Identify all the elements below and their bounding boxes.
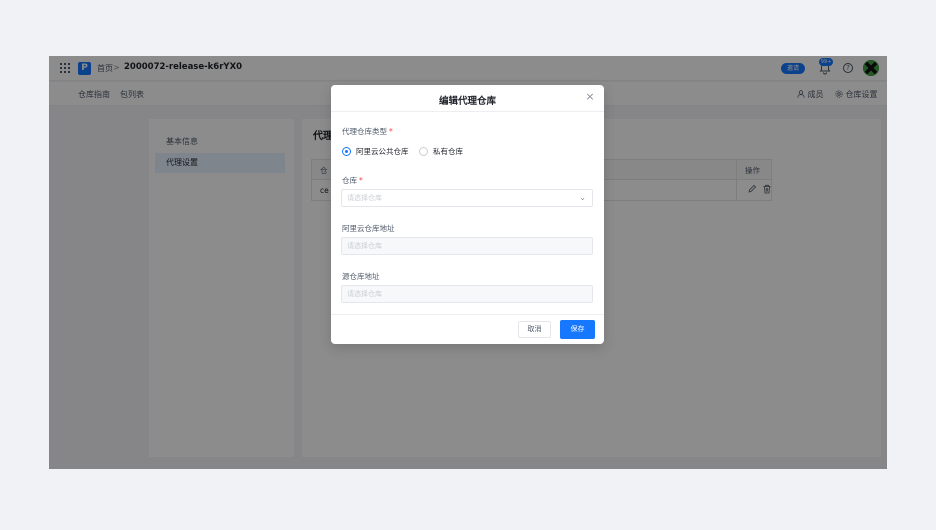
aliyun-address-field: 请选择仓库 bbox=[341, 237, 593, 255]
proxy-type-label-text: 代理仓库类型 bbox=[342, 127, 387, 136]
repo-label: 仓库 * bbox=[342, 175, 363, 186]
divider bbox=[331, 111, 604, 112]
proxy-type-label: 代理仓库类型 * bbox=[342, 126, 393, 137]
edit-proxy-dialog: 编辑代理仓库 × 代理仓库类型 * 阿里云公共仓库 私有仓库 仓库 * 请选择仓库 … bbox=[331, 85, 604, 344]
cancel-button[interactable]: 取消 bbox=[518, 321, 551, 338]
save-button[interactable]: 保存 bbox=[560, 320, 595, 339]
repo-label-text: 仓库 bbox=[342, 176, 357, 185]
repo-select-placeholder: 请选择仓库 bbox=[347, 194, 382, 202]
aliyun-address-placeholder: 请选择仓库 bbox=[347, 242, 382, 250]
close-icon[interactable]: × bbox=[584, 91, 596, 103]
radio-aliyun-public-label[interactable]: 阿里云公共仓库 bbox=[356, 146, 409, 157]
radio-private-label[interactable]: 私有仓库 bbox=[433, 146, 463, 157]
source-address-label: 源仓库地址 bbox=[342, 272, 380, 281]
required-mark: * bbox=[359, 176, 363, 185]
repo-select[interactable]: 请选择仓库 ⌄ bbox=[341, 189, 593, 207]
source-address-placeholder: 请选择仓库 bbox=[347, 290, 382, 298]
dialog-title: 编辑代理仓库 bbox=[438, 96, 496, 107]
radio-private[interactable] bbox=[419, 147, 428, 156]
radio-aliyun-public[interactable] bbox=[342, 147, 351, 156]
divider bbox=[331, 314, 604, 315]
aliyun-address-label: 阿里云仓库地址 bbox=[342, 224, 395, 233]
required-mark: * bbox=[389, 127, 393, 136]
source-address-field: 请选择仓库 bbox=[341, 285, 593, 303]
chevron-down-icon: ⌄ bbox=[579, 193, 586, 202]
